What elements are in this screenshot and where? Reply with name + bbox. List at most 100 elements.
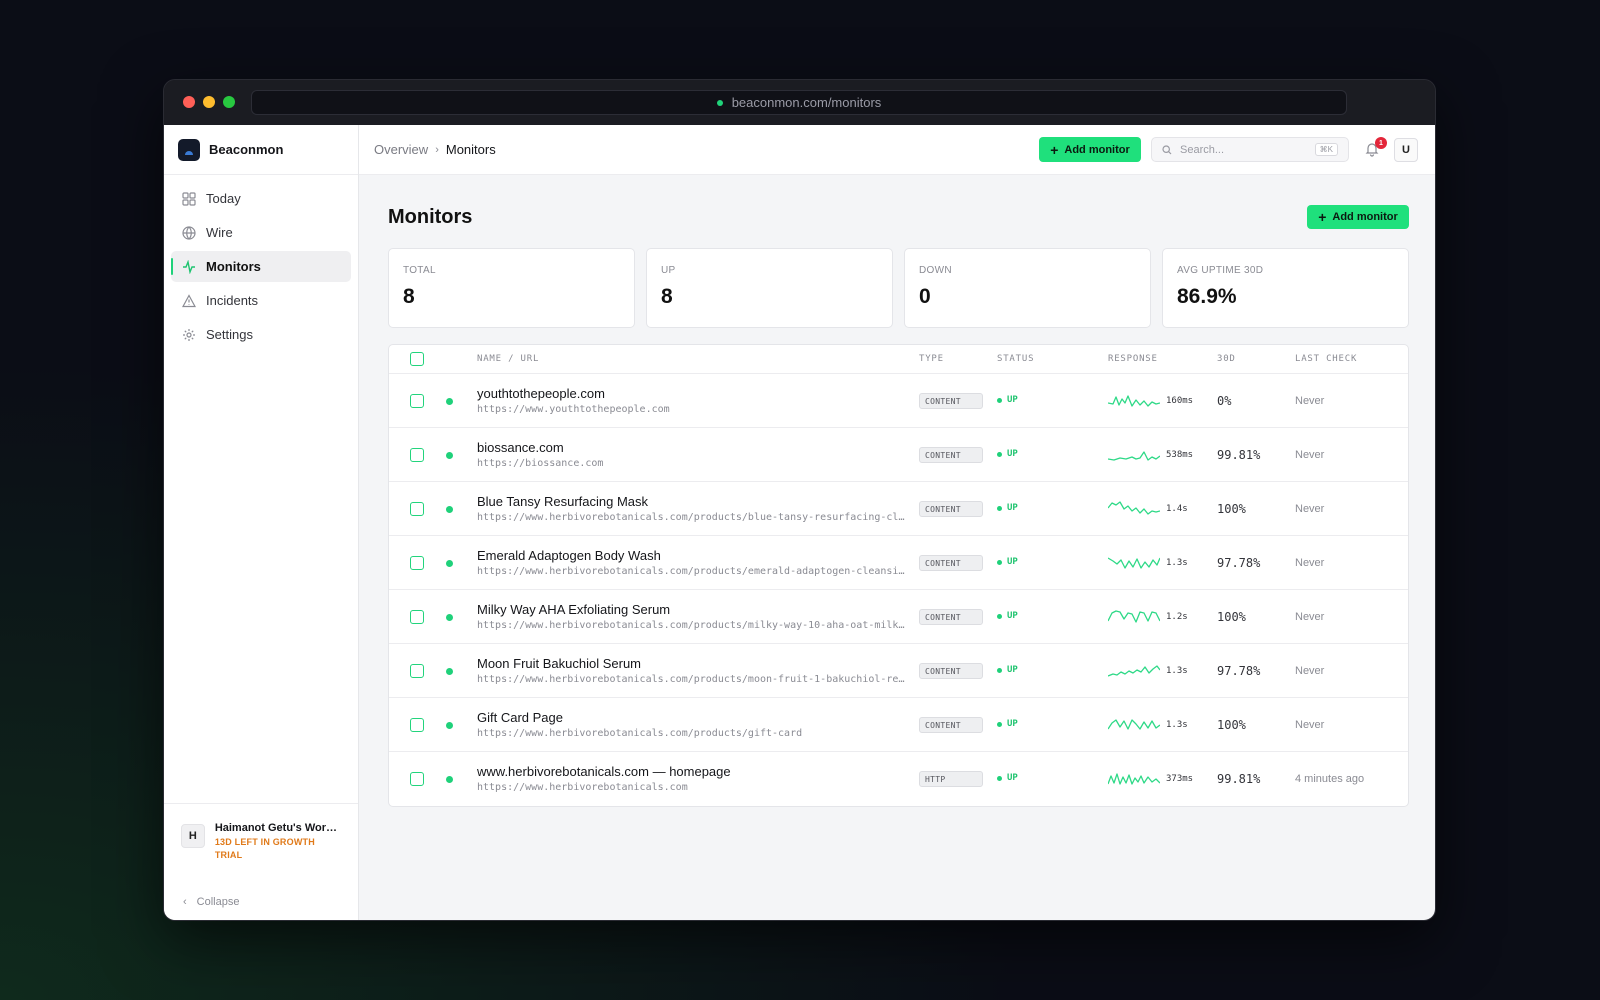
trial-badge: 13D LEFT IN GROWTH TRIAL — [214, 837, 315, 860]
status-label: UP — [1007, 557, 1018, 567]
column-header-name[interactable]: NAME / URL — [477, 354, 539, 364]
sidebar-item-label: Today — [206, 191, 241, 206]
row-checkbox[interactable] — [410, 610, 424, 624]
monitor-name[interactable]: Blue Tansy Resurfacing Mask — [477, 494, 907, 509]
monitor-cell[interactable]: Moon Fruit Bakuchiol Serum https://www.h… — [477, 656, 907, 685]
type-badge: CONTENT — [919, 393, 983, 409]
uptime-30d: 0% — [1217, 394, 1232, 408]
stats-cards: TOTAL 8 UP 8 DOWN 0 AVG UPTIME 30D 86.9% — [388, 248, 1409, 328]
response-sparkline — [1108, 451, 1160, 461]
response-cell: 538ms — [1108, 444, 1193, 466]
response-cell: 373ms — [1108, 768, 1193, 790]
table-row[interactable]: Moon Fruit Bakuchiol Serum https://www.h… — [389, 644, 1408, 698]
table-row[interactable]: Gift Card Page https://www.herbivorebota… — [389, 698, 1408, 752]
type-badge: CONTENT — [919, 663, 983, 679]
minimize-window-button[interactable] — [203, 96, 215, 108]
address-bar-url: beaconmon.com/monitors — [731, 95, 882, 110]
monitor-cell[interactable]: Blue Tansy Resurfacing Mask https://www.… — [477, 494, 907, 523]
app: Beaconmon Today Wire Monitors Incidents … — [164, 125, 1435, 920]
row-checkbox[interactable] — [410, 448, 424, 462]
last-check: Never — [1295, 611, 1325, 623]
monitor-cell[interactable]: youthtothepeople.com https://www.youthto… — [477, 386, 907, 415]
table-row[interactable]: Milky Way AHA Exfoliating Serum https://… — [389, 590, 1408, 644]
stat-value: 8 — [403, 285, 415, 308]
stat-label: DOWN — [919, 265, 952, 276]
sidebar-item-settings[interactable]: Settings — [171, 319, 351, 350]
type-badge: CONTENT — [919, 501, 983, 517]
chevron-right-icon: › — [435, 143, 439, 156]
sidebar-item-label: Wire — [206, 225, 233, 240]
workspace-switcher[interactable]: H Haimanot Getu's Work... 13D LEFT IN GR… — [164, 803, 358, 862]
add-monitor-page-button[interactable]: + Add monitor — [1307, 205, 1409, 229]
uptime-30d: 97.78% — [1217, 556, 1261, 570]
table-row[interactable]: youthtothepeople.com https://www.youthto… — [389, 374, 1408, 428]
maximize-window-button[interactable] — [223, 96, 235, 108]
table-row[interactable]: Emerald Adaptogen Body Wash https://www.… — [389, 536, 1408, 590]
close-window-button[interactable] — [183, 96, 195, 108]
monitors-table: NAME / URL TYPE STATUS RESPONSE 30D LAST… — [388, 344, 1409, 807]
monitor-name[interactable]: biossance.com — [477, 440, 907, 455]
last-check: 4 minutes ago — [1295, 773, 1365, 785]
collapse-sidebar-button[interactable]: ‹ Collapse — [183, 896, 239, 908]
uptime-30d: 100% — [1217, 718, 1246, 732]
sidebar-item-monitors[interactable]: Monitors — [171, 251, 351, 282]
table-header: NAME / URL TYPE STATUS RESPONSE 30D LAST… — [389, 345, 1408, 374]
brand[interactable]: Beaconmon — [164, 125, 358, 175]
row-checkbox[interactable] — [410, 394, 424, 408]
table-row[interactable]: www.herbivorebotanicals.com — homepage h… — [389, 752, 1408, 806]
column-header-last-check[interactable]: LAST CHECK — [1295, 354, 1357, 364]
status-dot-icon — [446, 560, 453, 567]
monitor-cell[interactable]: Emerald Adaptogen Body Wash https://www.… — [477, 548, 907, 577]
monitor-cell[interactable]: Milky Way AHA Exfoliating Serum https://… — [477, 602, 907, 631]
type-badge: CONTENT — [919, 555, 983, 571]
monitor-name[interactable]: Milky Way AHA Exfoliating Serum — [477, 602, 907, 617]
monitor-cell[interactable]: Gift Card Page https://www.herbivorebota… — [477, 710, 907, 739]
status-cell: UP — [997, 395, 1018, 405]
monitor-name[interactable]: Gift Card Page — [477, 710, 907, 725]
column-header-type[interactable]: TYPE — [919, 354, 944, 364]
response-cell: 1.3s — [1108, 714, 1188, 736]
add-monitor-button[interactable]: + Add monitor — [1039, 137, 1141, 162]
monitor-name[interactable]: www.herbivorebotanicals.com — homepage — [477, 764, 907, 779]
search-shortcut: ⌘K — [1314, 143, 1338, 156]
add-monitor-label: Add monitor — [1332, 211, 1398, 223]
select-all-checkbox[interactable] — [410, 352, 424, 366]
browser-window: beaconmon.com/monitors Beaconmon Today W… — [163, 79, 1436, 921]
search-input[interactable]: Search... ⌘K — [1151, 137, 1349, 162]
stat-total: TOTAL 8 — [388, 248, 635, 328]
address-bar[interactable]: beaconmon.com/monitors — [251, 90, 1347, 115]
sidebar-item-today[interactable]: Today — [171, 183, 351, 214]
brand-logo-icon — [178, 138, 200, 161]
response-sparkline — [1108, 557, 1160, 569]
monitor-name[interactable]: Moon Fruit Bakuchiol Serum — [477, 656, 907, 671]
column-header-response[interactable]: RESPONSE — [1108, 354, 1158, 364]
monitor-cell[interactable]: www.herbivorebotanicals.com — homepage h… — [477, 764, 907, 793]
row-checkbox[interactable] — [410, 556, 424, 570]
status-dot-icon — [446, 722, 453, 729]
response-time: 538ms — [1166, 450, 1194, 460]
stat-label: UP — [661, 265, 676, 276]
row-checkbox[interactable] — [410, 502, 424, 516]
sidebar-item-wire[interactable]: Wire — [171, 217, 351, 248]
notification-badge: 1 — [1375, 137, 1387, 149]
table-row[interactable]: Blue Tansy Resurfacing Mask https://www.… — [389, 482, 1408, 536]
table-row[interactable]: biossance.com https://biossance.com CONT… — [389, 428, 1408, 482]
sidebar-item-incidents[interactable]: Incidents — [171, 285, 351, 316]
type-badge: CONTENT — [919, 717, 983, 733]
row-checkbox[interactable] — [410, 664, 424, 678]
type-badge: CONTENT — [919, 609, 983, 625]
status-cell: UP — [997, 665, 1018, 675]
breadcrumb-overview[interactable]: Overview — [374, 142, 428, 157]
monitor-name[interactable]: Emerald Adaptogen Body Wash — [477, 548, 907, 563]
status-up-dot-icon — [997, 451, 1002, 457]
add-monitor-label: Add monitor — [1064, 143, 1130, 156]
status-label: UP — [1007, 719, 1018, 729]
row-checkbox[interactable] — [410, 718, 424, 732]
column-header-status[interactable]: STATUS — [997, 354, 1034, 364]
user-avatar[interactable]: U — [1394, 138, 1418, 162]
monitor-cell[interactable]: biossance.com https://biossance.com — [477, 440, 907, 469]
row-checkbox[interactable] — [410, 772, 424, 786]
status-dot-icon — [446, 614, 453, 621]
monitor-name[interactable]: youthtothepeople.com — [477, 386, 907, 401]
column-header-30d[interactable]: 30D — [1217, 354, 1236, 364]
